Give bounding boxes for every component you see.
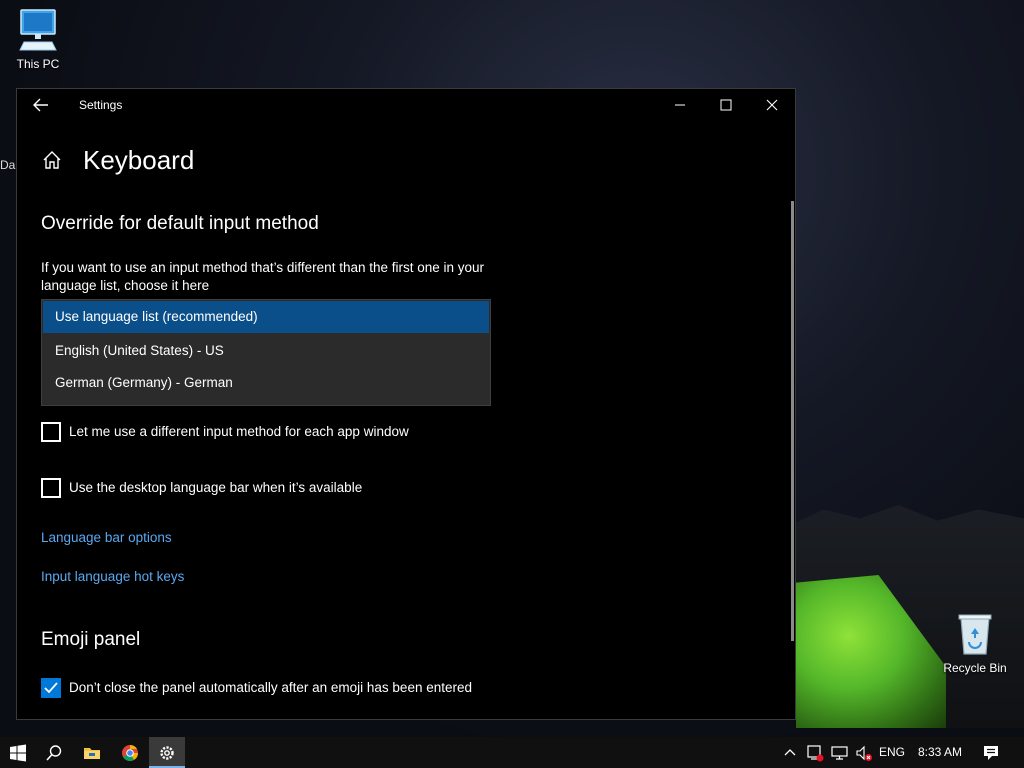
clock[interactable]: 8:33 AM: [918, 745, 962, 759]
taskbar: ENG 8:33 AM: [0, 737, 1024, 768]
maximize-icon: [720, 99, 732, 111]
minimize-icon: [675, 104, 685, 106]
gear-icon: [160, 746, 174, 760]
title-bar: Settings: [17, 89, 795, 121]
start-button[interactable]: [0, 737, 36, 768]
recycle-bin-icon: [958, 614, 992, 655]
maximize-button[interactable]: [703, 89, 749, 121]
dropdown-option-english-us[interactable]: English (United States) - US: [43, 335, 489, 367]
desktop-language-bar-checkbox[interactable]: [41, 478, 61, 498]
scrollbar[interactable]: [791, 201, 794, 641]
monitor-icon: [831, 746, 848, 760]
emoji-section-title: Emoji panel: [41, 629, 141, 650]
dropdown-option-language-list[interactable]: Use language list (recommended): [43, 301, 489, 333]
input-method-dropdown-list[interactable]: Use language list (recommended) English …: [41, 299, 491, 406]
action-center-button[interactable]: [976, 737, 1006, 768]
search-button[interactable]: [36, 737, 72, 768]
desktop-icon-recycle-bin[interactable]: Recycle Bin: [937, 612, 1013, 675]
emoji-panel-label: Don’t close the panel automatically afte…: [69, 680, 472, 695]
emoji-panel-checkbox[interactable]: [41, 678, 61, 698]
window-title: Settings: [79, 98, 123, 112]
chevron-up-icon: [784, 749, 796, 756]
minimize-button[interactable]: [657, 89, 703, 121]
computer-icon: [19, 9, 57, 51]
this-pc-label: This PC: [16, 57, 60, 71]
volume-tray-button[interactable]: [852, 737, 876, 768]
windows-logo-icon: [10, 744, 26, 762]
close-button[interactable]: [749, 89, 795, 121]
desktop-language-bar-label: Use the desktop language bar when it’s a…: [69, 480, 363, 495]
search-icon: [46, 745, 62, 761]
page-title: Keyboard: [83, 145, 195, 175]
file-explorer-button[interactable]: [74, 737, 110, 768]
close-icon: [766, 99, 778, 111]
per-app-window-label: Let me use a different input method for …: [69, 424, 409, 439]
home-button[interactable]: [41, 149, 63, 171]
folder-icon: [84, 748, 100, 759]
chrome-button[interactable]: [112, 737, 148, 768]
back-button[interactable]: [31, 95, 51, 115]
display-tray-button[interactable]: [828, 737, 852, 768]
override-description: If you want to use an input method that’…: [41, 260, 485, 293]
input-language-indicator[interactable]: ENG: [879, 745, 905, 759]
desktop-icon-this-pc[interactable]: This PC: [0, 8, 76, 71]
show-hidden-icons-button[interactable]: [778, 737, 802, 768]
network-warning-icon: [807, 745, 824, 762]
per-app-window-checkbox[interactable]: [41, 422, 61, 442]
network-tray-button[interactable]: [802, 737, 828, 768]
desktop-icon-partial-label: Da: [0, 158, 16, 172]
back-arrow-icon: [33, 98, 48, 112]
settings-taskbar-button[interactable]: [149, 737, 185, 768]
override-section-title: Override for default input method: [41, 213, 319, 234]
speaker-muted-icon: [856, 745, 872, 761]
notification-icon: [984, 746, 998, 760]
recycle-bin-label: Recycle Bin: [943, 661, 1007, 675]
checkmark-icon: [44, 682, 58, 694]
dropdown-option-german[interactable]: German (Germany) - German: [43, 367, 489, 399]
chrome-icon: [122, 744, 138, 761]
settings-window: Settings Keyboard Override for default i…: [16, 88, 796, 720]
input-language-hot-keys-link[interactable]: Input language hot keys: [41, 569, 184, 584]
language-bar-options-link[interactable]: Language bar options: [41, 530, 172, 545]
home-icon: [43, 151, 61, 169]
